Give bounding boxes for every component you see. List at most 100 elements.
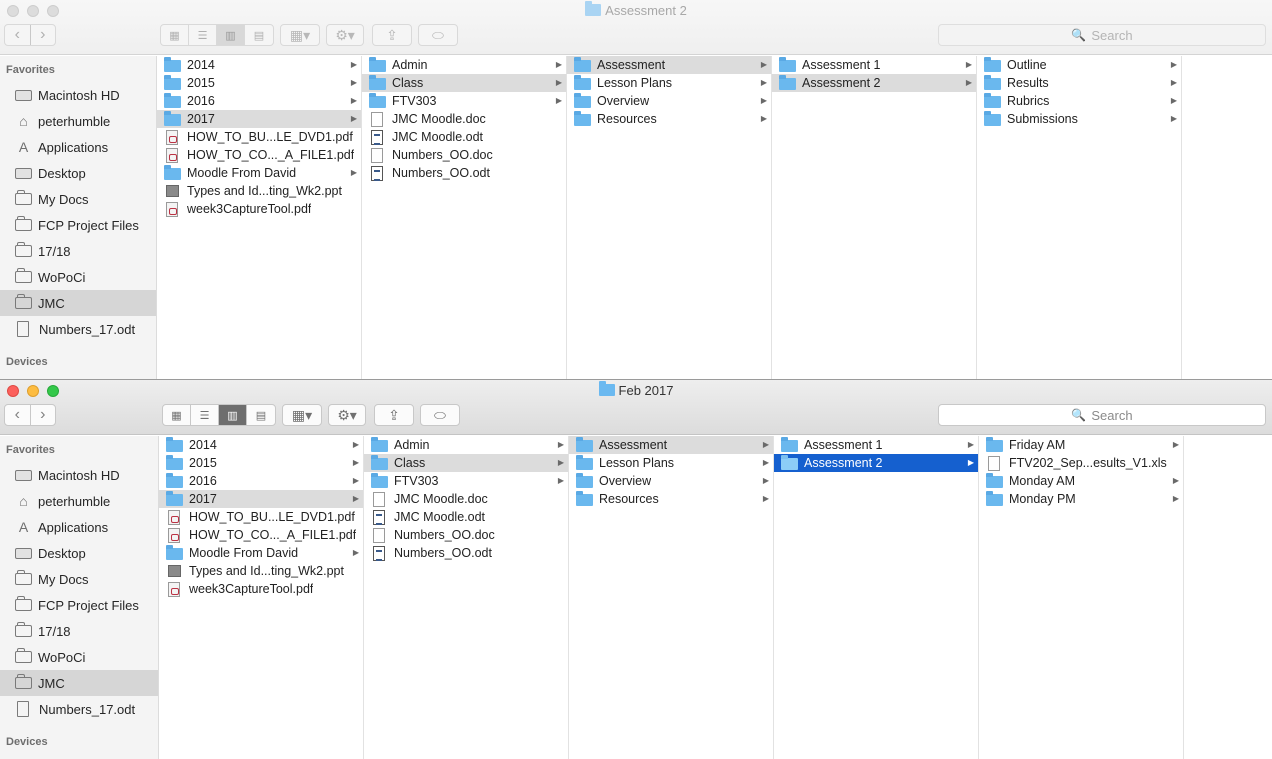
sidebar-item[interactable]: JMC xyxy=(0,670,158,696)
sidebar-item[interactable]: 17/18 xyxy=(0,618,158,644)
folder-row[interactable]: Monday PM ▶ xyxy=(979,490,1183,508)
forward-button[interactable]: › xyxy=(31,25,56,45)
folder-row[interactable]: Assessment 1 ▶ xyxy=(774,436,978,454)
folder-row[interactable]: Lesson Plans ▶ xyxy=(569,454,773,472)
sidebar-item[interactable]: My Docs xyxy=(0,566,158,592)
file-row[interactable]: HOW_TO_CO..._A_FILE1.pdf xyxy=(159,526,363,544)
browser-column[interactable]: Admin ▶ Class ▶ FTV303 ▶ JMC Moodle.doc JMC Moo… xyxy=(364,436,569,759)
folder-row[interactable]: 2017 ▶ xyxy=(157,110,361,128)
sidebar-item[interactable]: A Applications xyxy=(0,134,156,160)
action-gear-button[interactable]: ⚙▾ xyxy=(328,404,366,426)
sidebar-item[interactable]: Numbers_17.odt xyxy=(0,696,158,722)
folder-row[interactable]: Monday AM ▶ xyxy=(979,472,1183,490)
folder-row[interactable]: Assessment 2 ▶ xyxy=(774,454,978,472)
sidebar-item[interactable]: My Docs xyxy=(0,186,156,212)
cover-flow-button[interactable]: ▤ xyxy=(245,25,273,45)
browser-column[interactable]: 2014 ▶ 2015 ▶ 2016 ▶ 2017 ▶ HOW_TO_BU...LE_DVD1.… xyxy=(157,56,362,379)
browser-column[interactable] xyxy=(1184,436,1272,759)
finder-window-front[interactable]: Feb 2017 ‹ › ▦ ☰ ▥ ▤ ▦▾ ⚙▾ ⇪ ⬭ 🔍 Search F… xyxy=(0,379,1272,759)
folder-row[interactable]: Overview ▶ xyxy=(569,472,773,490)
file-row[interactable]: Numbers_OO.doc xyxy=(362,146,566,164)
folder-row[interactable]: Resources ▶ xyxy=(569,490,773,508)
browser-column[interactable] xyxy=(1182,56,1272,379)
arrange-button[interactable]: ▦▾ xyxy=(280,24,320,46)
search-field[interactable]: 🔍 Search xyxy=(938,404,1266,426)
cover-flow-button[interactable]: ▤ xyxy=(247,405,275,425)
folder-row[interactable]: Moodle From David ▶ xyxy=(157,164,361,182)
folder-row[interactable]: Submissions ▶ xyxy=(977,110,1181,128)
sidebar-item[interactable]: JMC xyxy=(0,290,156,316)
back-button[interactable]: ‹ xyxy=(5,405,31,425)
sidebar-item[interactable]: FCP Project Files xyxy=(0,212,156,238)
folder-row[interactable]: Class ▶ xyxy=(364,454,568,472)
file-row[interactable]: HOW_TO_CO..._A_FILE1.pdf xyxy=(157,146,361,164)
folder-row[interactable]: 2016 ▶ xyxy=(159,472,363,490)
browser-column[interactable]: Assessment ▶ Lesson Plans ▶ Overview ▶ Resourc… xyxy=(567,56,772,379)
column-view-button[interactable]: ▥ xyxy=(217,25,245,45)
browser-column[interactable]: Assessment ▶ Lesson Plans ▶ Overview ▶ Resourc… xyxy=(569,436,774,759)
search-field[interactable]: 🔍 Search xyxy=(938,24,1266,46)
sidebar-item[interactable]: WoPoCi xyxy=(0,264,156,290)
file-row[interactable]: Numbers_OO.odt xyxy=(364,544,568,562)
tags-button[interactable]: ⬭ xyxy=(418,24,458,46)
finder-window-back[interactable]: Assessment 2 ‹ › ▦ ☰ ▥ ▤ ▦▾ ⚙▾ ⇪ ⬭ 🔍 Sear… xyxy=(0,0,1272,379)
folder-row[interactable]: Rubrics ▶ xyxy=(977,92,1181,110)
titlebar[interactable]: Feb 2017 ‹ › ▦ ☰ ▥ ▤ ▦▾ ⚙▾ ⇪ ⬭ 🔍 Search xyxy=(0,380,1272,435)
list-view-button[interactable]: ☰ xyxy=(191,405,219,425)
browser-column[interactable]: Admin ▶ Class ▶ FTV303 ▶ JMC Moodle.doc JMC Moo… xyxy=(362,56,567,379)
share-button[interactable]: ⇪ xyxy=(374,404,414,426)
file-row[interactable]: Types and Id...ting_Wk2.ppt xyxy=(159,562,363,580)
folder-row[interactable]: Class ▶ xyxy=(362,74,566,92)
folder-row[interactable]: Outline ▶ xyxy=(977,56,1181,74)
folder-row[interactable]: Admin ▶ xyxy=(362,56,566,74)
browser-column[interactable]: Assessment 1 ▶ Assessment 2 ▶ xyxy=(774,436,979,759)
share-button[interactable]: ⇪ xyxy=(372,24,412,46)
browser-column[interactable]: Outline ▶ Results ▶ Rubrics ▶ Submissions ▶ xyxy=(977,56,1182,379)
folder-row[interactable]: Resources ▶ xyxy=(567,110,771,128)
folder-row[interactable]: Assessment 1 ▶ xyxy=(772,56,976,74)
folder-row[interactable]: Assessment 2 ▶ xyxy=(772,74,976,92)
file-row[interactable]: JMC Moodle.doc xyxy=(364,490,568,508)
browser-column[interactable]: Friday AM ▶ FTV202_Sep...esults_V1.xls Mond… xyxy=(979,436,1184,759)
sidebar-item[interactable]: ⌂ peterhumble xyxy=(0,488,158,514)
file-row[interactable]: week3CaptureTool.pdf xyxy=(159,580,363,598)
folder-row[interactable]: 2016 ▶ xyxy=(157,92,361,110)
folder-row[interactable]: FTV303 ▶ xyxy=(362,92,566,110)
folder-row[interactable]: Friday AM ▶ xyxy=(979,436,1183,454)
file-row[interactable]: Numbers_OO.doc xyxy=(364,526,568,544)
titlebar[interactable]: Assessment 2 ‹ › ▦ ☰ ▥ ▤ ▦▾ ⚙▾ ⇪ ⬭ 🔍 Sear… xyxy=(0,0,1272,55)
file-row[interactable]: Types and Id...ting_Wk2.ppt xyxy=(157,182,361,200)
icon-view-button[interactable]: ▦ xyxy=(161,25,189,45)
action-gear-button[interactable]: ⚙▾ xyxy=(326,24,364,46)
file-row[interactable]: JMC Moodle.doc xyxy=(362,110,566,128)
file-row[interactable]: FTV202_Sep...esults_V1.xls xyxy=(979,454,1183,472)
file-row[interactable]: week3CaptureTool.pdf xyxy=(157,200,361,218)
sidebar-item[interactable]: A Applications xyxy=(0,514,158,540)
sidebar-item[interactable]: 17/18 xyxy=(0,238,156,264)
sidebar-item[interactable]: Macintosh HD xyxy=(0,462,158,488)
file-row[interactable]: HOW_TO_BU...LE_DVD1.pdf xyxy=(157,128,361,146)
sidebar-item[interactable]: Numbers_17.odt xyxy=(0,316,156,342)
folder-row[interactable]: Lesson Plans ▶ xyxy=(567,74,771,92)
icon-view-button[interactable]: ▦ xyxy=(163,405,191,425)
sidebar-item[interactable]: Desktop xyxy=(0,160,156,186)
folder-row[interactable]: Moodle From David ▶ xyxy=(159,544,363,562)
file-row[interactable]: JMC Moodle.odt xyxy=(362,128,566,146)
forward-button[interactable]: › xyxy=(31,405,56,425)
sidebar-item[interactable]: WoPoCi xyxy=(0,644,158,670)
folder-row[interactable]: Admin ▶ xyxy=(364,436,568,454)
sidebar-item[interactable]: FCP Project Files xyxy=(0,592,158,618)
folder-row[interactable]: FTV303 ▶ xyxy=(364,472,568,490)
browser-column[interactable]: 2014 ▶ 2015 ▶ 2016 ▶ 2017 ▶ HOW_TO_BU...LE_DVD1.… xyxy=(159,436,364,759)
folder-row[interactable]: 2014 ▶ xyxy=(159,436,363,454)
list-view-button[interactable]: ☰ xyxy=(189,25,217,45)
folder-row[interactable]: 2015 ▶ xyxy=(157,74,361,92)
folder-row[interactable]: 2017 ▶ xyxy=(159,490,363,508)
file-row[interactable]: Numbers_OO.odt xyxy=(362,164,566,182)
folder-row[interactable]: 2014 ▶ xyxy=(157,56,361,74)
tags-button[interactable]: ⬭ xyxy=(420,404,460,426)
file-row[interactable]: HOW_TO_BU...LE_DVD1.pdf xyxy=(159,508,363,526)
folder-row[interactable]: Assessment ▶ xyxy=(569,436,773,454)
sidebar-item[interactable]: Desktop xyxy=(0,540,158,566)
sidebar-item[interactable]: ⌂ peterhumble xyxy=(0,108,156,134)
